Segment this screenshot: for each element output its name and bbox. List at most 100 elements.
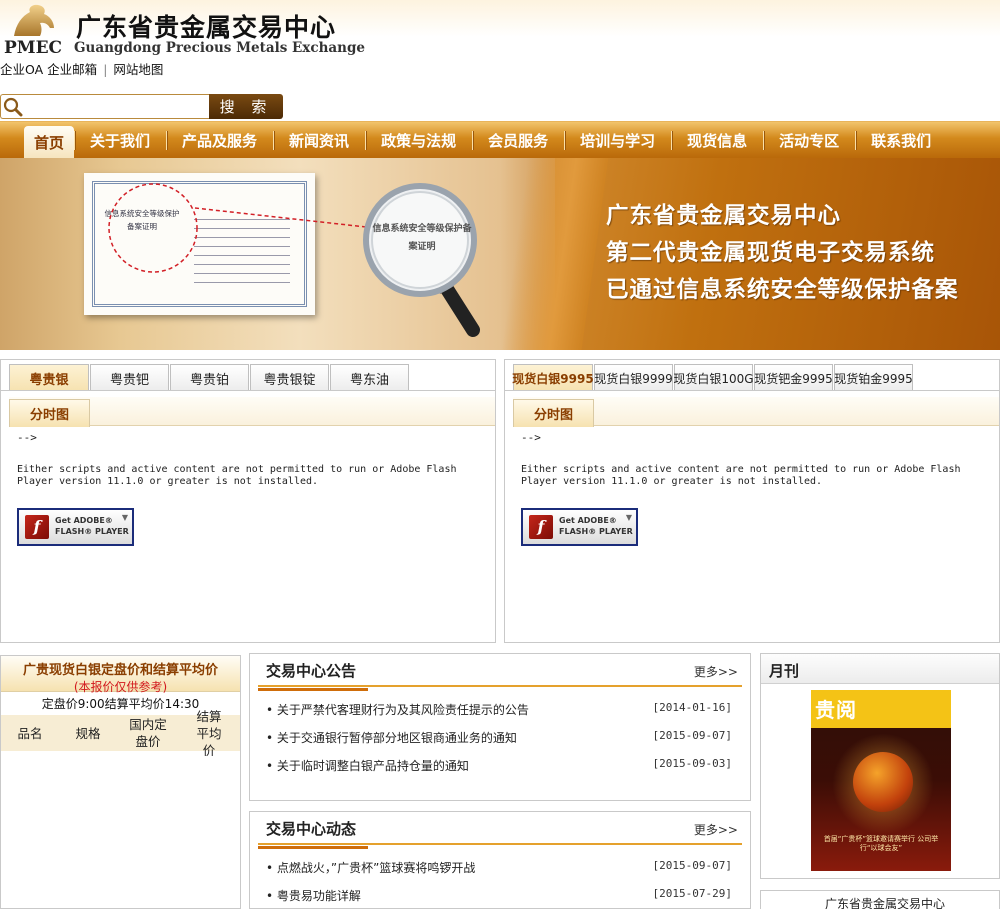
dynamic-list: • 点燃战火，”广贵杯”篮球赛将鸣锣开战 [2015-09-07] • 粤贵易功能… [266,859,732,909]
nav-item-home[interactable]: 首页 [24,126,75,159]
banner-headline: 广东省贵金属交易中心 第二代贵金属现货电子交易系统 已通过信息系统安全等级保护备… [606,198,959,309]
tab-spot-silver-100g[interactable]: 现货白银100G [673,364,754,391]
list-item[interactable]: • 关于交通银行暂停部分地区银商通业务的通知 [2015-09-07] [266,729,732,757]
list-item[interactable]: • 关于严禁代客理财行为及其风险责任提示的公告 [2014-01-16] [266,701,732,729]
dynamic-box: 交易中心动态 更多>> • 点燃战火，”广贵杯”篮球赛将鸣锣开战 [2015-09… [249,811,751,909]
subtab-timeshare-chart[interactable]: 分时图 [513,399,594,427]
quote-tabs-right: 现货白银9995 现货白银9999 现货白银100G 现货钯金9995 现货铂金… [512,364,914,391]
list-item-title[interactable]: • 关于严禁代客理财行为及其风险责任提示的公告 [266,701,529,729]
list-item-date: [2015-09-03] [652,757,732,770]
magnifier-text: 信息系统安全等级保护备案证明 [372,224,472,252]
subtab-timeshare-chart[interactable]: 分时图 [9,399,90,427]
sitemap-link[interactable]: 网站地图 [113,62,163,77]
nav-item-training[interactable]: 培训与学习 [564,122,671,159]
download-arrow-icon: ▼ [121,513,128,522]
price-table-header: 广贵现货白银定盘价和结算平均价 (本报价仅供参考) [1,656,240,694]
dynamic-header: 交易中心动态 更多>> [257,812,742,849]
quote-panel-left: 粤贵银 粤贵钯 粤贵铂 粤贵银锭 粤东油 分时图 --> Either scri… [0,359,496,643]
basketball-graphic [853,752,913,812]
banner-line-2: 第二代贵金属现货电子交易系统 [606,240,936,266]
notice-title: 交易中心公告 [257,660,369,691]
site-title-chinese: 广东省贵金属交易中心 [76,13,337,42]
top-links: 企业OA 企业邮箱 | 网站地图 [0,59,163,78]
quote-tabs-left: 粤贵银 粤贵钯 粤贵铂 粤贵银锭 粤东油 [9,364,410,391]
list-item-title[interactable]: • 粤贵易功能详解 [266,887,361,909]
flash-message-left: --> Either scripts and active content ar… [17,432,477,488]
list-item[interactable]: • 粤贵易功能详解 [2015-07-29] [266,887,732,909]
nav-item-contact[interactable]: 联系我们 [855,122,947,159]
list-item[interactable]: • 关于临时调整白银产品持仓量的通知 [2015-09-03] [266,757,732,785]
get-flash-player-button[interactable]: f Get ADOBE® FLASH® PLAYER ▼ [521,508,638,546]
link-separator: | [103,62,108,77]
flash-player-icon: f [25,515,49,539]
nav-item-spot[interactable]: 现货信息 [671,122,763,159]
tab-yue-platinum[interactable]: 粤贵铂 [170,364,249,391]
logo-abbreviation: PMEC [4,38,63,58]
flash-badge-label-2: FLASH® PLAYER [559,527,633,536]
flash-warning-text: Either scripts and active content are no… [17,464,457,487]
enterprise-oa-link[interactable]: 企业OA [0,62,43,77]
flash-arrow-text: --> [17,431,37,444]
get-flash-player-button[interactable]: f Get ADOBE® FLASH® PLAYER ▼ [17,508,134,546]
main-nav: 首页 关于我们 产品及服务 新闻资讯 政策与法规 会员服务 培训与学习 现货信息… [0,121,1000,159]
list-item[interactable]: • 点燃战火，”广贵杯”篮球赛将鸣锣开战 [2015-09-07] [266,859,732,887]
lion-logo-icon [14,4,54,37]
nav-item-policy[interactable]: 政策与法规 [365,122,472,159]
flash-badge-label-1: Get ADOBE® [559,516,617,525]
flash-badge-label-2: FLASH® PLAYER [55,527,129,536]
price-table-title: 广贵现货白银定盘价和结算平均价 [22,663,218,678]
site-logo[interactable]: PMEC [2,2,64,58]
price-table-panel: 广贵现货白银定盘价和结算平均价 (本报价仅供参考) 定盘价9:00结算平均价14… [0,655,241,909]
column-product-name: 品名 [17,725,43,741]
flash-warning-text: Either scripts and active content are no… [521,464,961,487]
nav-item-about[interactable]: 关于我们 [74,122,166,159]
nav-item-news[interactable]: 新闻资讯 [273,122,365,159]
flash-arrow-text: --> [521,431,541,444]
notice-list: • 关于严禁代客理财行为及其风险责任提示的公告 [2014-01-16] • 关于… [266,701,732,785]
nav-item-products[interactable]: 产品及服务 [166,122,273,159]
tab-yue-silver[interactable]: 粤贵银 [9,364,89,391]
notice-box: 交易中心公告 更多>> • 关于严禁代客理财行为及其风险责任提示的公告 [2014… [249,653,751,801]
dynamic-more-link[interactable]: 更多>> [694,821,738,838]
column-domestic-fixing: 国内定盘价 [129,717,167,749]
quote-panel-right: 现货白银9995 现货白银9999 现货白银100G 现货钯金9995 现货铂金… [504,359,1000,643]
search-input[interactable] [27,97,207,116]
hero-banner[interactable]: 信息系统安全等级保护备案证明 信息系统安全等级保护备案证明 广东省贵金属交易中心… [0,158,1000,350]
list-item-title[interactable]: • 关于交通银行暂停部分地区银商通业务的通知 [266,729,517,757]
flash-message-right: --> Either scripts and active content ar… [521,432,981,488]
monthly-magazine-box: 月刊 贵阅 首届“广贵杯”篮球邀请赛举行 公司举行“以球会友” [760,653,1000,879]
magazine-cover[interactable]: 贵阅 首届“广贵杯”篮球邀请赛举行 公司举行“以球会友” [811,690,951,871]
tab-spot-silver-9999[interactable]: 现货白银9999 [594,364,673,391]
dynamic-title: 交易中心动态 [257,818,369,849]
tab-spot-palladium-9995[interactable]: 现货钯金9995 [754,364,833,391]
tab-spot-platinum-9995[interactable]: 现货铂金9995 [834,364,913,391]
tab-spot-silver-9995[interactable]: 现货白银9995 [512,364,594,391]
nav-item-member[interactable]: 会员服务 [472,122,564,159]
column-spec: 规格 [75,725,101,741]
org-box: 广东省贵金属交易中心 [760,890,1000,909]
subtab-bar-left: 分时图 [9,397,495,427]
search-bar: 搜 索 [0,94,285,119]
tab-yue-silver-ingot[interactable]: 粤贵银锭 [250,364,329,391]
list-item-date: [2015-07-29] [652,887,732,900]
list-item-date: [2015-09-07] [652,729,732,742]
site-title-english: Guangdong Precious Metals Exchange [74,40,365,56]
nav-item-events[interactable]: 活动专区 [763,122,855,159]
price-table-column-headers: 品名 规格 国内定盘价 结算平均价 [1,709,240,758]
banner-line-1: 广东省贵金属交易中心 [606,203,842,229]
flash-player-icon: f [529,515,553,539]
enterprise-mail-link[interactable]: 企业邮箱 [47,62,97,77]
list-item-title[interactable]: • 点燃战火，”广贵杯”篮球赛将鸣锣开战 [266,859,475,887]
list-item-title[interactable]: • 关于临时调整白银产品持仓量的通知 [266,757,469,785]
banner-line-3: 已通过信息系统安全等级保护备案 [606,277,959,303]
search-box [0,94,210,119]
tab-yue-palladium[interactable]: 粤贵钯 [90,364,169,391]
org-name: 广东省贵金属交易中心 [825,897,946,909]
notice-more-link[interactable]: 更多>> [694,663,738,680]
magazine-caption: 首届“广贵杯”篮球邀请赛举行 公司举行“以球会友” [823,835,939,852]
list-item-date: [2014-01-16] [652,701,732,714]
download-arrow-icon: ▼ [625,513,632,522]
notice-header: 交易中心公告 更多>> [257,654,742,691]
search-button[interactable]: 搜 索 [209,94,283,119]
tab-yue-oil[interactable]: 粤东油 [330,364,409,391]
